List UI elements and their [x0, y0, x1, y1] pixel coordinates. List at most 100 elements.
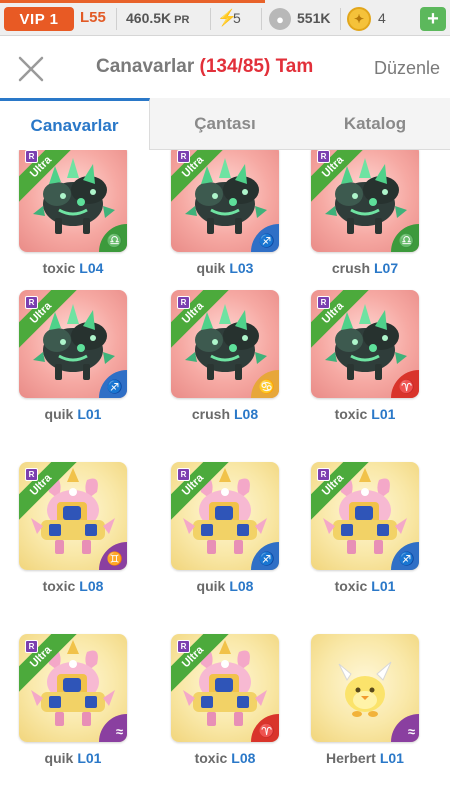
monster-thumbnail[interactable]: R Ultra ♈: [311, 290, 419, 398]
title-text: Canavarlar: [96, 56, 195, 77]
rarity-badge: R: [25, 468, 38, 481]
monster-name: crush L08: [155, 406, 295, 422]
monster-name-text: toxic: [42, 578, 76, 594]
food-value: 551K: [297, 10, 331, 26]
rarity-badge: R: [25, 296, 38, 309]
monster-name: toxic L01: [295, 578, 435, 594]
monster-thumbnail[interactable]: R Ultra ♐: [171, 150, 279, 252]
monster-level: L01: [77, 750, 102, 766]
monster-level: L03: [229, 260, 254, 276]
monster-name-text: quik: [44, 750, 74, 766]
monster-count: (134/85): [199, 56, 271, 77]
monster-card[interactable]: R Ultra ♊ toxic L08: [3, 462, 143, 594]
monster-thumbnail[interactable]: ≈: [311, 634, 419, 742]
monster-card[interactable]: R Ultra ♐ quik L08: [155, 462, 295, 594]
rarity-badge: R: [177, 468, 190, 481]
status-accent-line: [0, 0, 265, 3]
monster-thumbnail[interactable]: R Ultra ♊: [19, 462, 127, 570]
monster-card[interactable]: R Ultra ♈ toxic L01: [295, 290, 435, 422]
monster-thumbnail[interactable]: R Ultra ♐: [311, 462, 419, 570]
monster-name: toxic L08: [3, 578, 143, 594]
status-divider: [210, 8, 211, 30]
rarity-badge: R: [177, 296, 190, 309]
monster-thumbnail[interactable]: R Ultra ♈: [171, 634, 279, 742]
monster-level: L08: [234, 406, 259, 422]
monster-name: toxic L08: [155, 750, 295, 766]
monster-level: L01: [379, 750, 404, 766]
monster-card[interactable]: R Ultra ♎ crush L07: [295, 150, 435, 276]
monster-name-text: toxic: [194, 750, 228, 766]
status-divider: [261, 8, 262, 30]
monster-level: L04: [79, 260, 104, 276]
monster-card[interactable]: R Ultra ♐ toxic L01: [295, 462, 435, 594]
status-divider: [340, 8, 341, 30]
power-unit: PR: [174, 14, 190, 26]
monster-level: L01: [371, 406, 396, 422]
monster-name: quik L08: [155, 578, 295, 594]
monster-thumbnail[interactable]: R Ultra ≈: [19, 634, 127, 742]
capacity-status: Tam: [275, 56, 314, 77]
tab-bar: Canavarlar Çantası Katalog: [0, 98, 450, 150]
monster-thumbnail[interactable]: R Ultra ♐: [19, 290, 127, 398]
player-level: L55: [80, 9, 106, 26]
power-amount: 460.5K: [126, 10, 172, 26]
rarity-badge: R: [177, 150, 190, 163]
monster-name-text: Herbert: [326, 750, 376, 766]
close-icon[interactable]: [14, 52, 48, 86]
monster-name-text: quik: [196, 578, 226, 594]
monster-level: L07: [374, 260, 399, 276]
rarity-badge: R: [25, 640, 38, 653]
monster-name-text: crush: [331, 260, 370, 276]
monster-level: L08: [79, 578, 104, 594]
monster-name: Herbert L01: [295, 750, 435, 766]
monster-thumbnail[interactable]: R Ultra ♎: [311, 150, 419, 252]
rarity-badge: R: [25, 150, 38, 163]
monster-name-text: quik: [196, 260, 226, 276]
monster-card[interactable]: R Ultra ≈ quik L01: [3, 634, 143, 766]
monster-name-text: toxic: [334, 578, 368, 594]
coin-icon: ✦: [347, 7, 371, 31]
rarity-badge: R: [317, 296, 330, 309]
monster-level: L08: [231, 750, 256, 766]
monster-card[interactable]: R Ultra ♎ toxic L04: [3, 150, 143, 276]
monster-name: quik L01: [3, 406, 143, 422]
monster-level: L08: [229, 578, 254, 594]
monster-name-text: toxic: [42, 260, 76, 276]
add-gold-button[interactable]: +: [420, 7, 446, 31]
monster-card[interactable]: ≈ Herbert L01: [295, 634, 435, 766]
monster-grid: R Ultra ♎ toxic L04 R Ultra ♐ quik L03 R Ultra ♎ crus…: [0, 150, 450, 800]
monster-name: toxic L01: [295, 406, 435, 422]
monster-level: L01: [77, 406, 102, 422]
monster-thumbnail[interactable]: R Ultra ♋: [171, 290, 279, 398]
tab-bag[interactable]: Çantası: [150, 98, 300, 150]
monster-level: L01: [371, 578, 396, 594]
status-divider: [116, 8, 117, 30]
monster-name: toxic L04: [3, 260, 143, 276]
monster-name-text: quik: [44, 406, 74, 422]
page-header: Canavarlar (134/85) Tam Düzenle: [0, 36, 450, 98]
tab-catalog[interactable]: Katalog: [300, 98, 450, 150]
page-title: Canavarlar (134/85) Tam: [96, 56, 313, 78]
monster-card[interactable]: R Ultra ♋ crush L08: [155, 290, 295, 422]
paw-icon: ●: [269, 8, 291, 30]
monster-card[interactable]: R Ultra ♐ quik L03: [155, 150, 295, 276]
rarity-badge: R: [317, 150, 330, 163]
monster-thumbnail[interactable]: R Ultra ♎: [19, 150, 127, 252]
power-value: 460.5K PR: [126, 10, 189, 26]
rarity-badge: R: [317, 468, 330, 481]
gold-value: 4: [378, 10, 386, 26]
monster-name-text: crush: [191, 406, 230, 422]
monster-card[interactable]: R Ultra ♐ quik L01: [3, 290, 143, 422]
monster-name: quik L01: [3, 750, 143, 766]
vip-badge[interactable]: VIP 1: [4, 7, 74, 31]
status-bar: VIP 1 L55 460.5K PR ⚡ 5 ● 551K ✦ 4 +: [0, 0, 450, 36]
monster-name-text: toxic: [334, 406, 368, 422]
rarity-badge: R: [177, 640, 190, 653]
monster-name: quik L03: [155, 260, 295, 276]
monster-thumbnail[interactable]: R Ultra ♐: [171, 462, 279, 570]
monster-card[interactable]: R Ultra ♈ toxic L08: [155, 634, 295, 766]
tab-monsters[interactable]: Canavarlar: [0, 98, 150, 150]
monster-name: crush L07: [295, 260, 435, 276]
edit-button[interactable]: Düzenle: [374, 58, 440, 79]
energy-value: 5: [233, 10, 241, 26]
